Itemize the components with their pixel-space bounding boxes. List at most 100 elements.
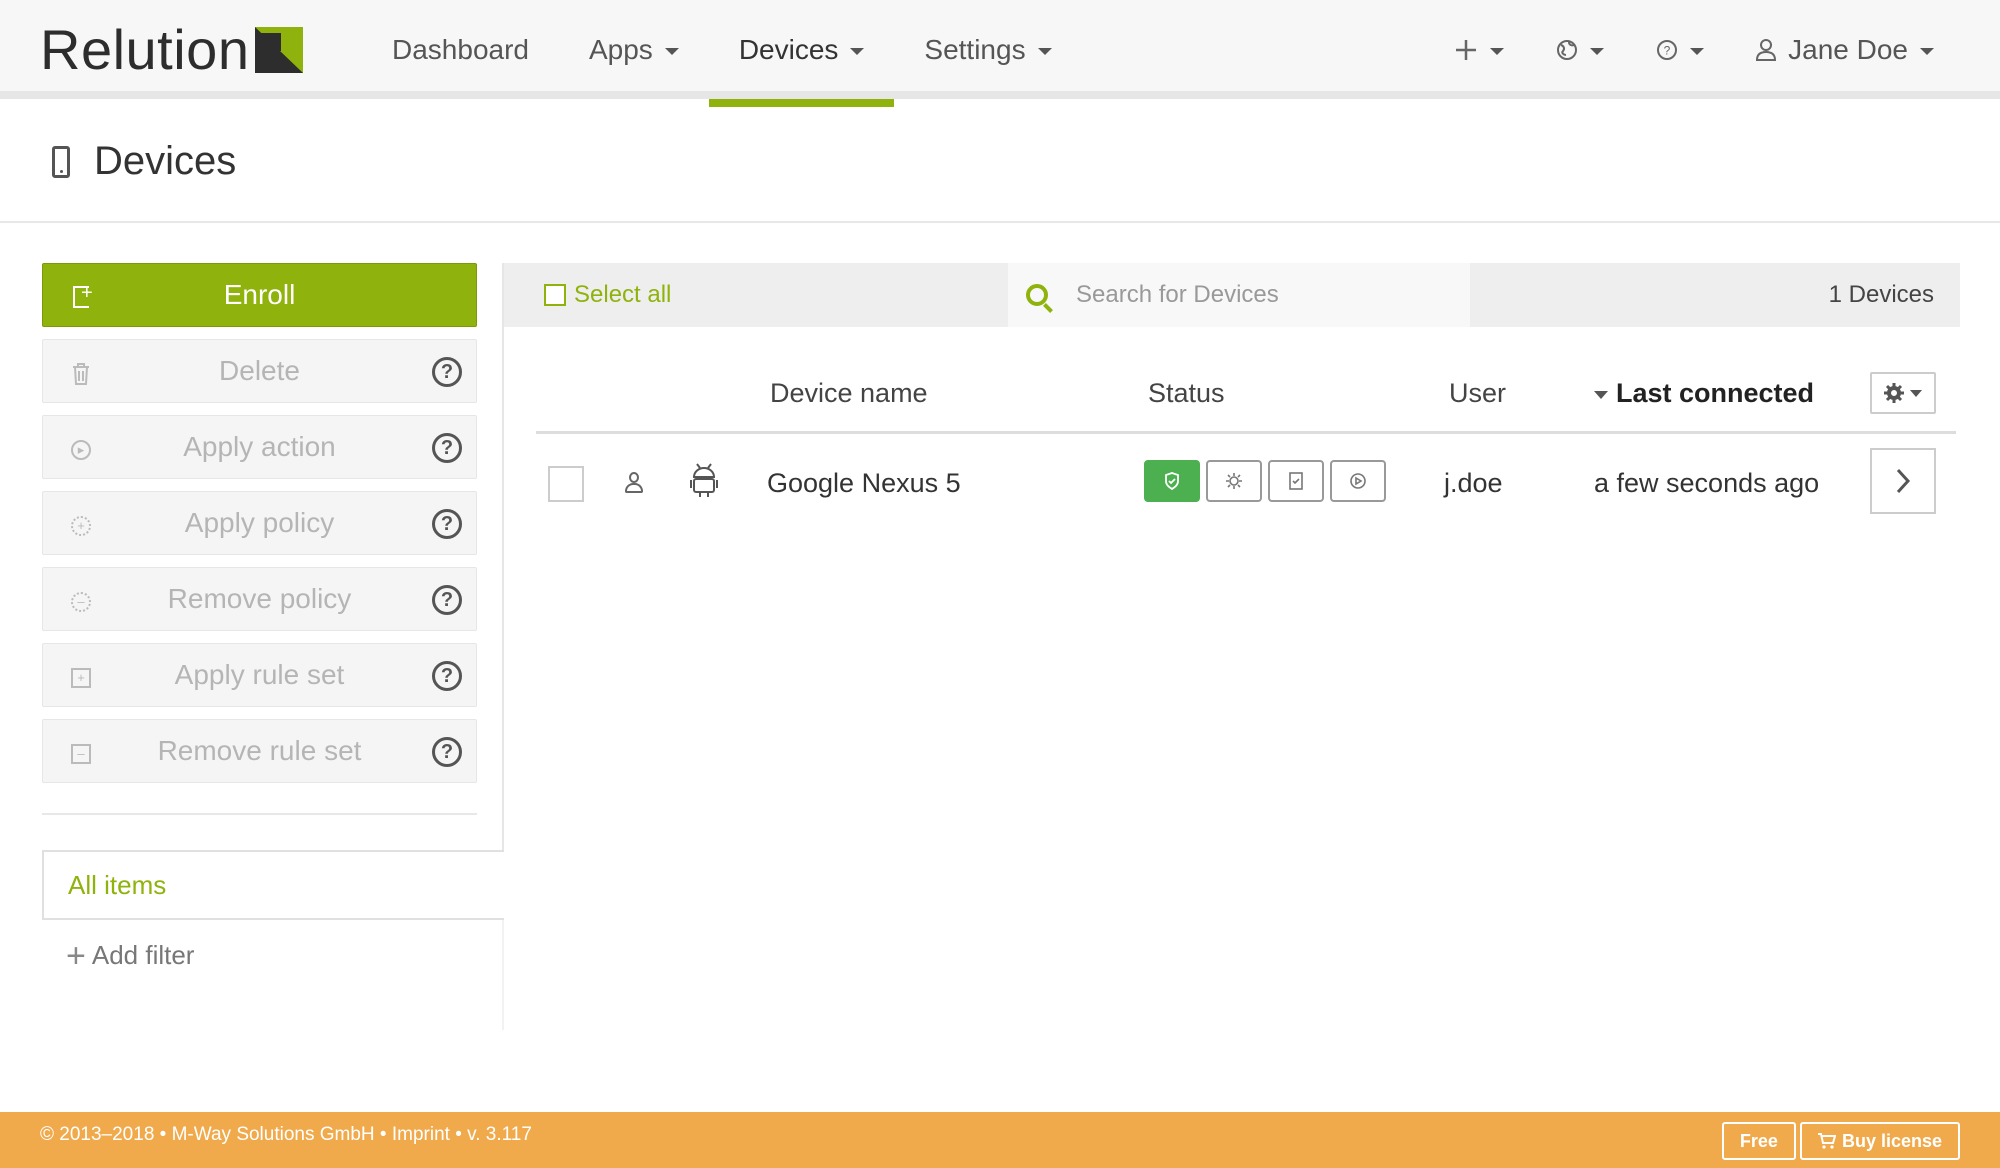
play-icon: ▸ — [71, 440, 91, 460]
enroll-label: Enroll — [223, 279, 296, 310]
chevron-down-icon — [1590, 48, 1605, 55]
gear-icon — [1884, 383, 1904, 403]
compliance-shield-icon[interactable] — [1144, 460, 1200, 502]
col-user[interactable]: User — [1449, 378, 1506, 409]
nav-dashboard-label: Dashboard — [392, 33, 529, 65]
help-menu[interactable]: ? — [1630, 0, 1730, 99]
help-icon[interactable]: ? — [432, 509, 462, 539]
nav-right: ? Jane Doe — [1428, 0, 1960, 99]
buy-license-button[interactable]: Buy license — [1799, 1122, 1960, 1160]
status-badges — [1144, 460, 1392, 502]
add-filter-button[interactable]: + Add filter — [42, 939, 504, 973]
language-menu[interactable] — [1530, 0, 1630, 99]
remove-rule-set-button[interactable]: – Remove rule set ? — [42, 719, 477, 783]
sort-desc-icon — [1594, 390, 1608, 399]
chevron-down-icon — [664, 48, 679, 55]
relution-logo[interactable]: Relution — [40, 18, 304, 81]
device-toolbar: Select all Search for Devices 1 Devices — [504, 263, 1960, 327]
nav-dashboard[interactable]: Dashboard — [362, 0, 559, 99]
policy-status-icon[interactable] — [1206, 460, 1262, 502]
action-sidebar: Enroll Delete ? ▸ Apply action ? + Apply… — [42, 263, 477, 815]
select-all-label: Select all — [574, 281, 672, 308]
main-nav: Dashboard Apps Devices Settings — [362, 0, 1082, 107]
col-status[interactable]: Status — [1148, 378, 1225, 409]
buy-license-label: Buy license — [1841, 1130, 1942, 1151]
table-header: Device name Status User Last connected — [536, 370, 1956, 434]
main-panel-border — [502, 263, 504, 850]
nav-settings[interactable]: Settings — [894, 0, 1081, 99]
delete-label: Delete — [219, 355, 300, 386]
action-status-icon[interactable] — [1330, 460, 1386, 502]
minus-square-icon: – — [71, 744, 91, 764]
chevron-right-icon — [1896, 468, 1911, 494]
search-icon — [1026, 284, 1048, 306]
search-input[interactable]: Search for Devices — [1076, 281, 1279, 309]
ruleset-status-icon[interactable] — [1268, 460, 1324, 502]
page-title: Devices — [52, 139, 236, 184]
open-device-button[interactable] — [1870, 448, 1936, 514]
device-name-cell[interactable]: Google Nexus 5 — [767, 468, 961, 499]
svg-text:?: ? — [1664, 43, 1671, 57]
nav-devices-label: Devices — [738, 33, 839, 65]
column-settings-button[interactable] — [1870, 372, 1936, 414]
nav-devices[interactable]: Devices — [708, 0, 895, 107]
help-icon[interactable]: ? — [432, 737, 462, 767]
sidebar-divider — [42, 813, 477, 815]
enroll-button[interactable]: Enroll — [42, 263, 477, 327]
help-icon[interactable]: ? — [432, 585, 462, 615]
apply-action-button[interactable]: ▸ Apply action ? — [42, 415, 477, 479]
col-last-connected-label: Last connected — [1616, 378, 1815, 408]
gear-icon: + — [71, 516, 91, 536]
logo-text: Relution — [40, 18, 250, 81]
select-all-checkbox[interactable] — [544, 284, 566, 306]
shield-check-icon — [1165, 472, 1179, 490]
help-icon[interactable]: ? — [432, 357, 462, 387]
footer-text: © 2013–2018 • M-Way Solutions GmbH • Imp… — [40, 1124, 532, 1145]
remove-policy-button[interactable]: – Remove policy ? — [42, 567, 477, 631]
select-all-control[interactable]: Select all — [504, 263, 1008, 327]
gear-icon: – — [71, 592, 91, 612]
android-icon — [690, 463, 718, 497]
delete-button[interactable]: Delete ? — [42, 339, 477, 403]
top-navbar: Relution Dashboard Apps Devices Settings… — [0, 0, 2000, 107]
chevron-down-icon — [1690, 48, 1705, 55]
chevron-down-icon — [1037, 48, 1052, 55]
col-last-connected[interactable]: Last connected — [1594, 378, 1814, 409]
apply-policy-button[interactable]: + Apply policy ? — [42, 491, 477, 555]
col-device-name[interactable]: Device name — [770, 378, 928, 409]
remove-rule-set-label: Remove rule set — [157, 735, 362, 766]
apply-rule-set-label: Apply rule set — [174, 659, 345, 690]
device-count-label: 1 Devices — [1828, 281, 1934, 308]
search-box[interactable]: Search for Devices — [1008, 263, 1470, 327]
user-icon — [624, 472, 644, 494]
page-title-text: Devices — [94, 139, 237, 183]
help-icon[interactable]: ? — [432, 433, 462, 463]
free-button[interactable]: Free — [1721, 1122, 1796, 1160]
globe-icon — [1557, 39, 1578, 60]
plus-icon — [1456, 39, 1477, 60]
chevron-down-icon — [1490, 48, 1505, 55]
chevron-down-icon — [1910, 389, 1922, 397]
add-filter-label: Add filter — [91, 940, 195, 970]
user-cell: j.doe — [1444, 468, 1503, 498]
table-row[interactable]: Google Nexus 5 j.doe a few seconds ago — [536, 448, 1956, 520]
apply-rule-set-button[interactable]: + Apply rule set ? — [42, 643, 477, 707]
filter-all-items-label: All items — [68, 869, 167, 900]
add-menu[interactable] — [1428, 0, 1530, 99]
gear-icon — [1226, 473, 1242, 489]
user-name: Jane Doe — [1788, 33, 1908, 65]
page-header: Devices — [0, 99, 2000, 223]
apply-policy-label: Apply policy — [184, 507, 335, 538]
footer-buttons: Free Buy license — [1718, 1122, 1960, 1160]
cart-icon — [1817, 1133, 1836, 1149]
row-checkbox[interactable] — [548, 466, 584, 502]
chevron-down-icon — [850, 48, 865, 55]
nav-apps[interactable]: Apps — [559, 0, 709, 99]
apply-action-label: Apply action — [183, 431, 336, 462]
help-icon[interactable]: ? — [432, 661, 462, 691]
filter-all-items[interactable]: All items — [42, 850, 504, 920]
enroll-icon — [73, 282, 93, 308]
user-menu[interactable]: Jane Doe — [1730, 0, 1960, 99]
trash-icon — [73, 363, 89, 385]
device-count: 1 Devices — [1470, 263, 1960, 327]
